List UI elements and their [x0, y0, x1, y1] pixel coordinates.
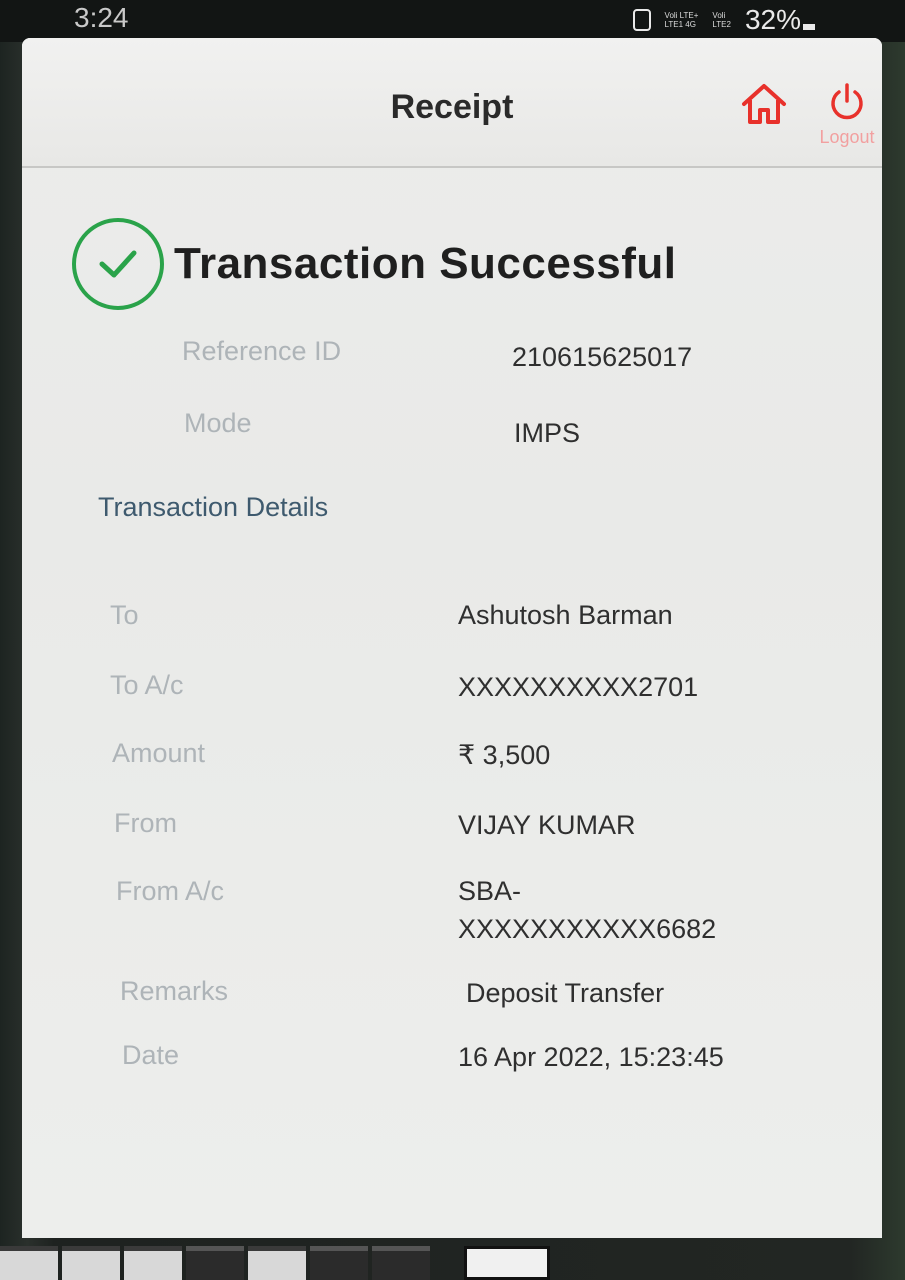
status-time: 3:24: [74, 2, 129, 33]
from-value: VIJAY KUMAR: [458, 810, 636, 840]
network-1-top: Voli LTE+: [664, 11, 699, 20]
to-value: Ashutosh Barman: [458, 600, 673, 630]
from-account-label: From A/c: [116, 876, 225, 906]
thumbnail[interactable]: [62, 1246, 120, 1280]
home-icon: [742, 84, 786, 124]
amount-label: Amount: [112, 738, 206, 768]
thumbnail-strip: [0, 1246, 905, 1280]
network-1-indicator: Voli LTE+ LTE1 4G: [665, 11, 699, 29]
to-label: To: [110, 600, 139, 630]
from-label: From: [114, 808, 177, 838]
remarks-value: Deposit Transfer: [466, 978, 665, 1008]
thumbnail[interactable]: [310, 1246, 368, 1280]
from-account-value-line1: SBA-: [458, 876, 522, 906]
reference-id-label: Reference ID: [182, 336, 342, 366]
battery-percent: 32%: [744, 4, 801, 35]
status-bar: 3:24 Voli LTE+ LTE1 4G Voli LTE2 32%: [0, 0, 905, 42]
thumbnail-selected[interactable]: [464, 1246, 550, 1280]
status-icons: Voli LTE+ LTE1 4G Voli LTE2 32%: [632, 4, 815, 36]
thumbnail[interactable]: [0, 1246, 58, 1280]
notification-icon: [632, 9, 651, 31]
thumbnail[interactable]: [372, 1246, 430, 1280]
success-banner: Transaction Successful: [72, 218, 677, 310]
power-icon: [831, 83, 863, 120]
app-header: Receipt Logout: [22, 38, 882, 168]
thumbnail[interactable]: [124, 1246, 182, 1280]
battery-icon: [803, 24, 815, 30]
to-account-label: To A/c: [110, 670, 184, 700]
network-1-bottom: LTE1 4G: [664, 20, 696, 29]
to-account-value: XXXXXXXXXX2701: [458, 672, 699, 702]
mode-value: IMPS: [514, 418, 581, 448]
transaction-details-title: Transaction Details: [98, 492, 329, 522]
checkmark-icon: [99, 250, 137, 278]
amount-value: ₹ 3,500: [458, 740, 551, 770]
logout-label: Logout: [819, 127, 875, 147]
photo-frame: 3:24 Voli LTE+ LTE1 4G Voli LTE2 32% Rec…: [0, 0, 905, 1280]
logout-button[interactable]: Logout: [812, 82, 882, 154]
check-circle-icon: [72, 218, 164, 310]
date-value: 16 Apr 2022, 15:23:45: [458, 1042, 724, 1072]
thumbnail[interactable]: [186, 1246, 244, 1280]
remarks-label: Remarks: [120, 976, 229, 1006]
home-button[interactable]: [740, 80, 788, 128]
success-message: Transaction Successful: [174, 239, 677, 288]
network-2-top: Voli: [712, 11, 726, 20]
receipt-screen: Receipt Logout Transaction Successful Re…: [22, 38, 882, 1238]
network-2-bottom: LTE2: [712, 20, 731, 29]
date-label: Date: [122, 1040, 180, 1070]
network-2-indicator: Voli LTE2: [712, 11, 731, 29]
mode-label: Mode: [184, 408, 252, 438]
thumbnail[interactable]: [248, 1246, 306, 1280]
from-account-value-line2: XXXXXXXXXXX6682: [458, 914, 717, 944]
reference-id-value: 210615625017: [512, 342, 693, 372]
